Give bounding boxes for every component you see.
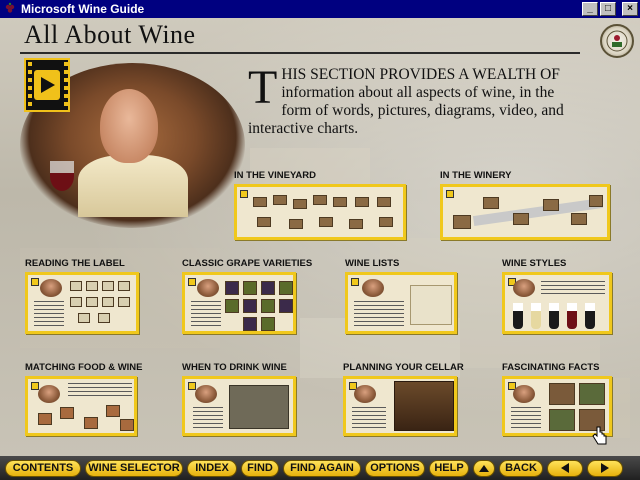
options-button[interactable]: OPTIONS [365, 459, 425, 477]
section-label: FASCINATING FACTS [502, 362, 600, 373]
section-label: CLASSIC GRAPE VARIETIES [182, 258, 313, 269]
section-thumbnail[interactable] [440, 184, 610, 240]
wine-grapes-icon [3, 2, 17, 16]
bottom-toolbar: CONTENTS WINE SELECTOR INDEX FIND FIND A… [0, 456, 640, 480]
section-thumbnail[interactable] [182, 272, 296, 334]
section-thumbnail[interactable] [502, 272, 612, 334]
video-film-icon[interactable] [24, 58, 70, 112]
section-classic-grape-varieties[interactable]: CLASSIC GRAPE VARIETIES [182, 258, 312, 334]
close-button[interactable]: × [622, 2, 638, 16]
wine-selector-button[interactable]: WINE SELECTOR [85, 459, 183, 477]
section-label: READING THE LABEL [25, 258, 125, 269]
section-label: WHEN TO DRINK WINE [182, 362, 287, 373]
section-in-the-winery[interactable]: IN THE WINERY [440, 170, 610, 240]
section-label: WINE STYLES [502, 258, 567, 269]
section-thumbnail[interactable] [343, 376, 457, 436]
section-thumbnail[interactable] [182, 376, 296, 436]
intro-text: HIS SECTION PROVIDES A WEALTH OF informa… [248, 66, 564, 137]
hand-cursor-icon [592, 426, 608, 451]
window-titlebar[interactable]: Microsoft Wine Guide _ □ × [0, 0, 640, 18]
page-title: All About Wine [24, 20, 196, 49]
up-arrow-button[interactable] [473, 459, 495, 477]
maximize-button[interactable]: □ [600, 2, 616, 16]
section-thumbnail[interactable] [234, 184, 406, 240]
section-thumbnail[interactable] [25, 376, 137, 436]
section-label: IN THE WINERY [440, 170, 512, 181]
section-matching-food-and-wine[interactable]: MATCHING FOOD & WINE [25, 362, 143, 436]
intro-dropcap: T [248, 61, 278, 114]
section-thumbnail[interactable] [25, 272, 139, 334]
section-reading-the-label[interactable]: READING THE LABEL [25, 258, 139, 334]
minimize-button[interactable]: _ [582, 2, 598, 16]
section-in-the-vineyard[interactable]: IN THE VINEYARD [234, 170, 406, 240]
help-button[interactable]: HELP [429, 459, 469, 477]
find-button[interactable]: FIND [241, 459, 279, 477]
section-fascinating-facts[interactable]: FASCINATING FACTS [502, 362, 612, 436]
index-button[interactable]: INDEX [187, 459, 237, 477]
find-again-button[interactable]: FIND AGAIN [283, 459, 361, 477]
section-thumbnail[interactable] [345, 272, 457, 334]
section-label: IN THE VINEYARD [234, 170, 316, 181]
section-when-to-drink-wine[interactable]: WHEN TO DRINK WINE [182, 362, 296, 436]
section-wine-lists[interactable]: WINE LISTS [345, 258, 457, 334]
next-arrow-icon [601, 463, 609, 473]
back-button[interactable]: BACK [499, 459, 543, 477]
window-title: Microsoft Wine Guide [21, 2, 145, 16]
previous-arrow-icon [561, 463, 569, 473]
previous-button[interactable] [547, 459, 583, 477]
section-label: PLANNING YOUR CELLAR [343, 362, 464, 373]
contents-button[interactable]: CONTENTS [5, 459, 81, 477]
section-label: WINE LISTS [345, 258, 400, 269]
title-divider [20, 52, 580, 54]
next-button[interactable] [587, 459, 623, 477]
section-label: MATCHING FOOD & WINE [25, 362, 143, 373]
intro-paragraph: T HIS SECTION PROVIDES A WEALTH OF infor… [248, 61, 588, 138]
wine-guide-seal-icon[interactable] [600, 24, 634, 58]
main-content: All About Wine T HIS SECTION PROVIDES A … [0, 18, 640, 456]
section-planning-your-cellar[interactable]: PLANNING YOUR CELLAR [343, 362, 464, 436]
section-wine-styles[interactable]: WINE STYLES [502, 258, 612, 334]
up-arrow-icon [479, 464, 489, 472]
